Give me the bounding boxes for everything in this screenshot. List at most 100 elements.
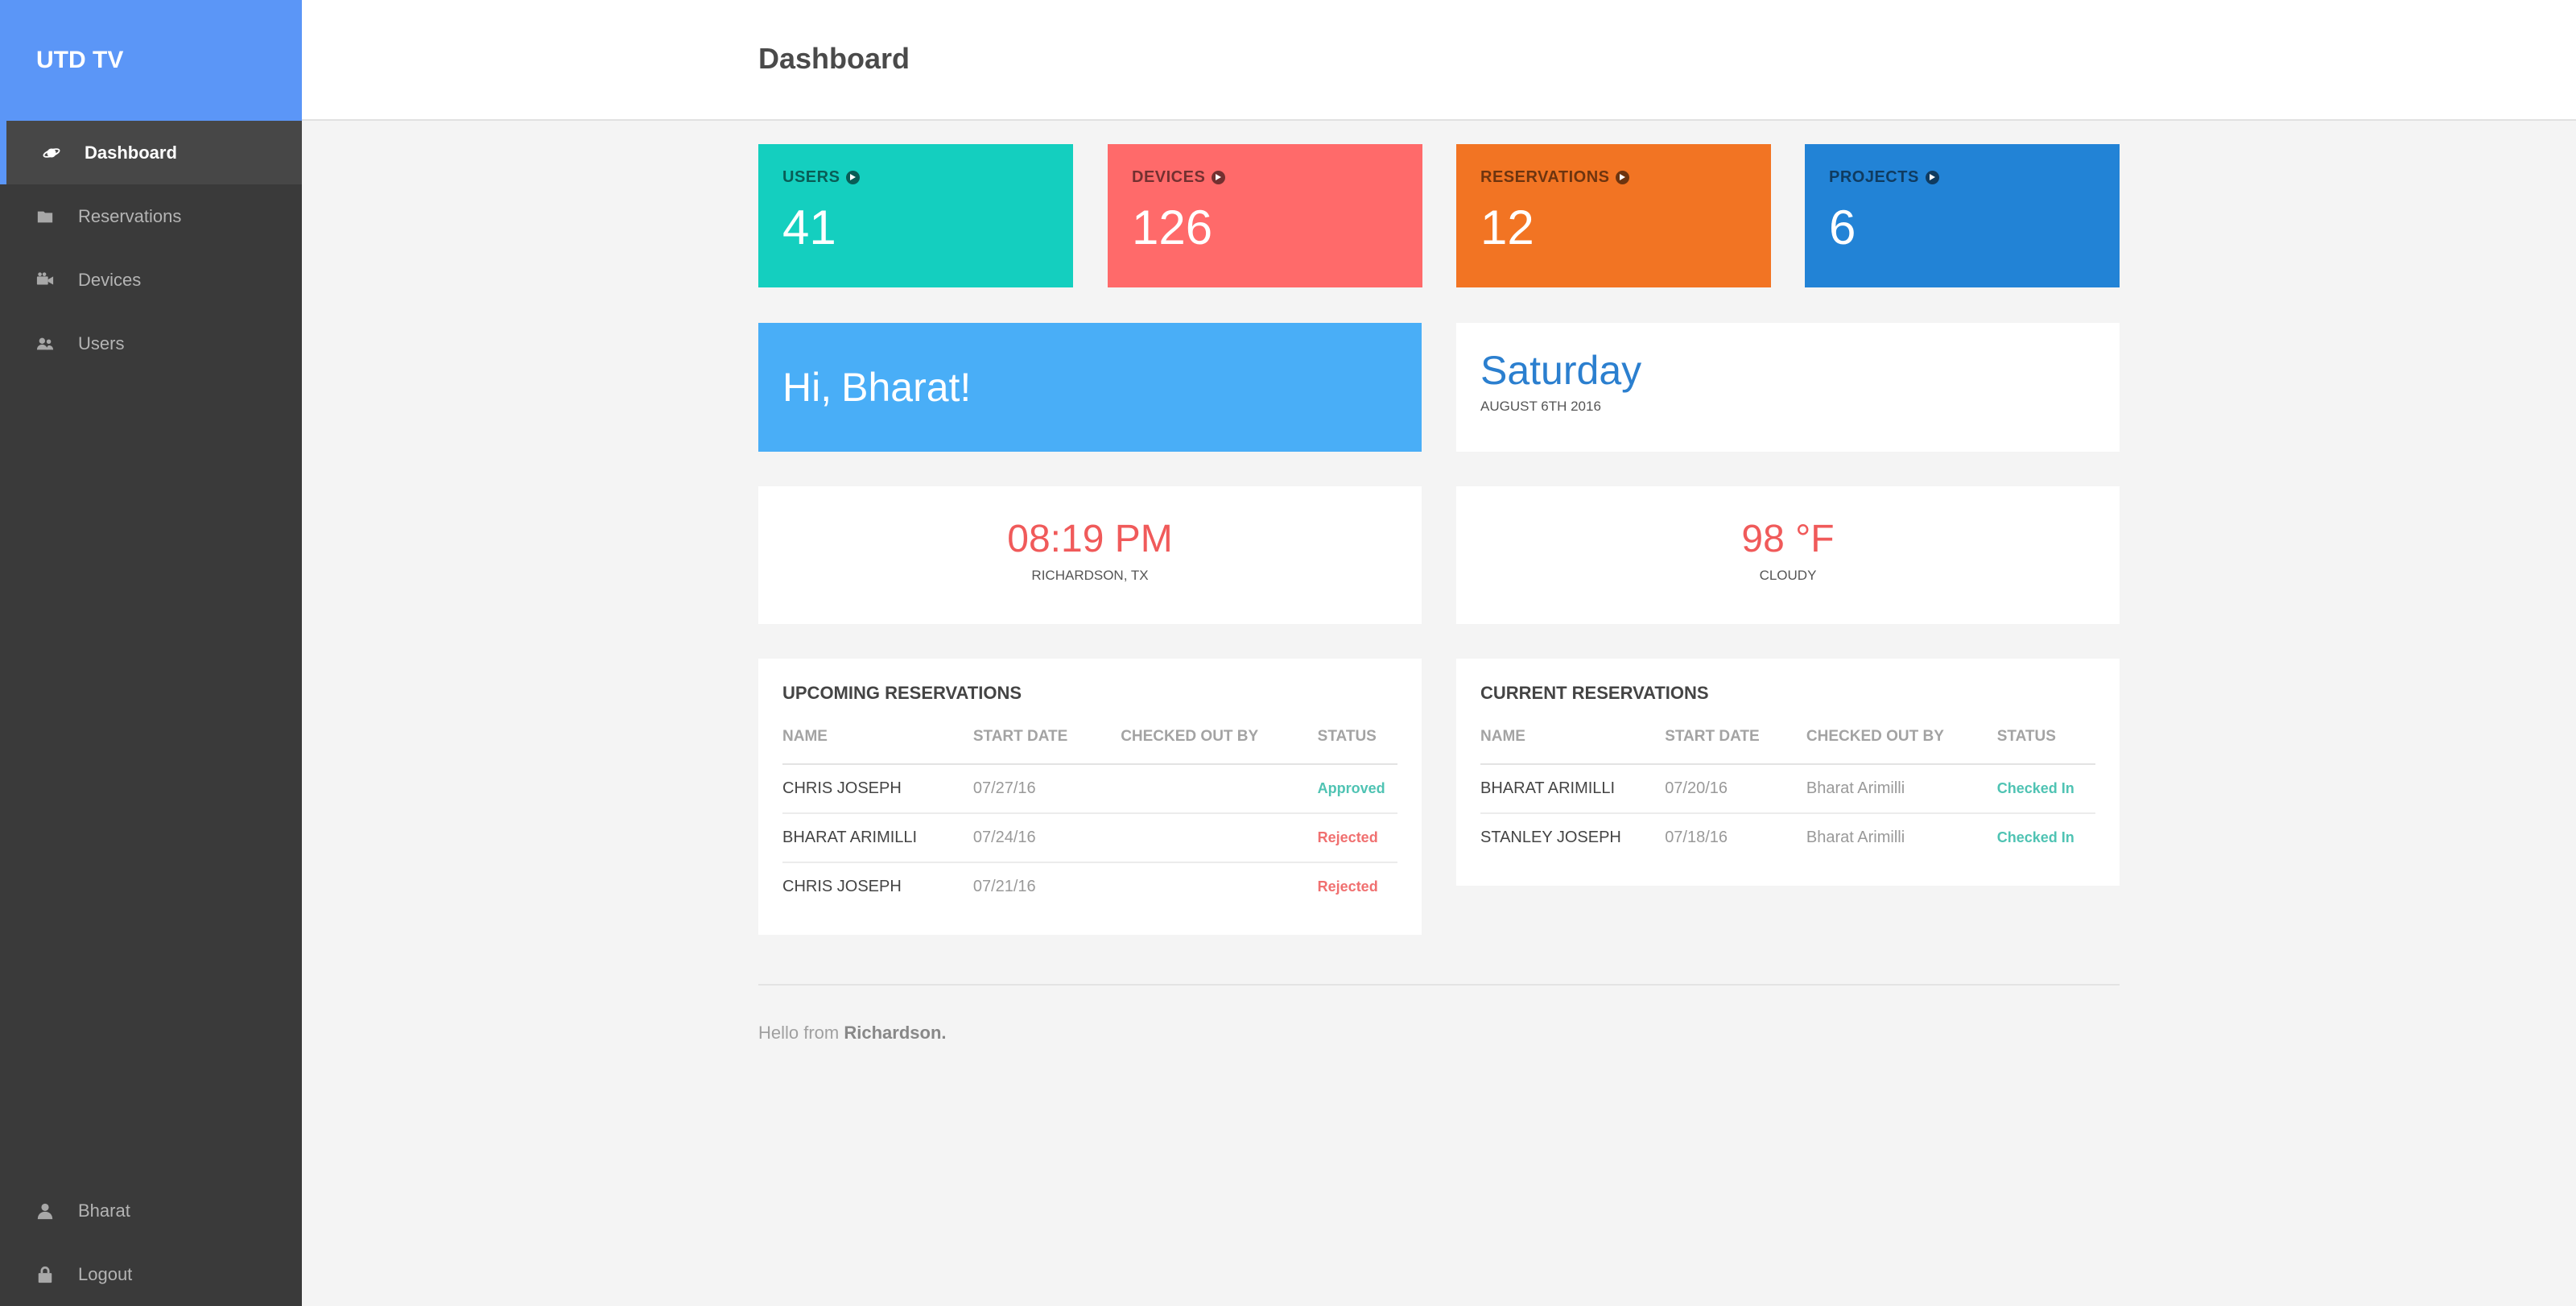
column-header: NAME xyxy=(1480,728,1666,765)
current-time: 08:19 PM xyxy=(1007,518,1173,560)
cell-checked-out-by: Bharat Arimilli xyxy=(1806,764,1997,814)
user-icon xyxy=(36,1202,54,1220)
greeting-name: Bharat! xyxy=(841,365,972,410)
cell-checked-out-by xyxy=(1121,764,1318,814)
sidebar-item-dashboard[interactable]: Dashboard xyxy=(0,121,302,184)
upcoming-reservations-table: NAME START DATE CHECKED OUT BY STATUS CH… xyxy=(782,728,1397,911)
weekday: Saturday xyxy=(1480,348,1642,393)
upcoming-reservations-panel: UPCOMING RESERVATIONS NAME START DATE CH… xyxy=(758,659,1422,935)
cell-checked-out-by xyxy=(1121,862,1317,911)
table-row[interactable]: CHRIS JOSEPH 07/21/16 Rejected xyxy=(782,862,1397,911)
arrow-circle-right-icon xyxy=(1212,171,1226,184)
sidebar-item-label: Devices xyxy=(78,269,142,290)
stat-value: 6 xyxy=(1829,200,1856,254)
folder-icon xyxy=(36,208,54,225)
stat-value: 126 xyxy=(1132,200,1213,254)
stat-value: 41 xyxy=(782,200,836,254)
sidebar-item-reservations[interactable]: Reservations xyxy=(0,184,302,248)
column-header: CHECKED OUT BY xyxy=(1806,728,1997,765)
cell-name: CHRIS JOSEPH xyxy=(782,878,902,895)
date-panel: Saturday AUGUST 6TH 2016 xyxy=(1456,323,2120,452)
weather-condition: CLOUDY xyxy=(1759,568,1817,583)
stat-card-projects[interactable]: PROJECTS 6 xyxy=(1805,144,2120,287)
sidebar-item-devices[interactable]: Devices xyxy=(0,248,302,312)
column-header: START DATE xyxy=(1665,728,1806,765)
stat-card-devices[interactable]: DEVICES 126 xyxy=(1108,144,1422,287)
stat-label: PROJECTS xyxy=(1829,168,2095,187)
cell-name: BHARAT ARIMILLI xyxy=(1480,764,1666,814)
brand-name[interactable]: UTD TV xyxy=(36,47,123,74)
full-date: AUGUST 6TH 2016 xyxy=(1480,399,1601,414)
table-row[interactable]: CHRIS JOSEPH 07/27/16 Approved xyxy=(782,764,1397,814)
stat-label: USERS xyxy=(782,168,1049,187)
video-camera-icon xyxy=(36,271,54,289)
brand-bar[interactable]: UTD TV xyxy=(0,0,302,121)
sidebar-item-label: Dashboard xyxy=(85,142,177,163)
arrow-circle-right-icon xyxy=(846,171,861,184)
table-header-row: NAME START DATE CHECKED OUT BY STATUS xyxy=(1480,728,2095,765)
footer: Hello from Richardson. xyxy=(758,1023,947,1044)
table-header-row: NAME START DATE CHECKED OUT BY STATUS xyxy=(782,728,1397,765)
stat-label: RESERVATIONS xyxy=(1480,168,1747,187)
table-row[interactable]: BHARAT ARIMILLI 07/20/16 Bharat Arimilli… xyxy=(1480,764,2095,814)
cell-name: CHRIS JOSEPH xyxy=(782,764,973,814)
stat-label-text: RESERVATIONS xyxy=(1480,168,1610,186)
cell-checked-out-by: Bharat Arimilli xyxy=(1806,829,1905,846)
sidebar-item-profile[interactable]: Bharat xyxy=(0,1179,302,1242)
top-header: Dashboard xyxy=(302,0,2576,121)
sidebar-item-logout[interactable]: Logout xyxy=(0,1242,302,1306)
cell-start-date: 07/21/16 xyxy=(972,878,1036,895)
table-row[interactable]: BHARAT ARIMILLI 07/24/16 Rejected xyxy=(782,813,1397,863)
sidebar-item-label: Bharat xyxy=(78,1200,130,1221)
cell-name: BHARAT ARIMILLI xyxy=(782,813,973,863)
footer-prefix: Hello from xyxy=(758,1023,840,1043)
stat-card-users[interactable]: USERS 41 xyxy=(758,144,1073,287)
column-header: STATUS xyxy=(1317,728,1397,765)
cell-start-date: 07/27/16 xyxy=(972,764,1121,814)
status-badge: Checked In xyxy=(1996,829,2074,845)
status-badge: Rejected xyxy=(1317,813,1397,863)
lock-icon xyxy=(36,1266,54,1283)
page-title: Dashboard xyxy=(758,42,910,75)
cell-checked-out-by xyxy=(1121,813,1318,863)
status-badge: Checked In xyxy=(1996,764,2095,814)
greeting-panel: Hi, Bharat! xyxy=(758,323,1422,452)
status-badge: Approved xyxy=(1317,764,1397,814)
users-icon xyxy=(36,335,54,353)
cell-start-date: 07/20/16 xyxy=(1665,764,1806,814)
status-badge: Rejected xyxy=(1317,878,1378,895)
stat-value: 12 xyxy=(1480,200,1534,254)
stat-label-text: USERS xyxy=(782,168,840,186)
cell-start-date: 07/24/16 xyxy=(972,813,1121,863)
sidebar-item-users[interactable]: Users xyxy=(0,312,302,375)
stat-label: DEVICES xyxy=(1132,168,1398,187)
clock-panel: 08:19 PM RICHARDSON, TX xyxy=(758,486,1422,624)
sidebar-bottom: Bharat Logout xyxy=(0,1179,302,1306)
current-reservations-panel: CURRENT RESERVATIONS NAME START DATE CHE… xyxy=(1456,659,2120,886)
sidebar-item-label: Logout xyxy=(78,1263,133,1284)
current-reservations-table: NAME START DATE CHECKED OUT BY STATUS BH… xyxy=(1480,728,2095,862)
planet-icon xyxy=(43,144,60,162)
weather-panel: 98 °F CLOUDY xyxy=(1456,486,2120,624)
column-header: NAME xyxy=(782,728,973,765)
column-header: STATUS xyxy=(1996,728,2095,765)
arrow-circle-right-icon xyxy=(1925,171,1939,184)
cell-start-date: 07/18/16 xyxy=(1665,829,1728,846)
stat-label-text: PROJECTS xyxy=(1829,168,1919,186)
footer-place: Richardson. xyxy=(844,1023,947,1043)
stat-card-reservations[interactable]: RESERVATIONS 12 xyxy=(1456,144,1771,287)
cell-name: STANLEY JOSEPH xyxy=(1480,829,1621,846)
sidebar: UTD TV Dashboard Reservations Devices Us… xyxy=(0,0,302,1306)
greeting-prefix: Hi, xyxy=(782,365,832,410)
stat-label-text: DEVICES xyxy=(1132,168,1206,186)
footer-divider xyxy=(758,984,2120,986)
panel-title: UPCOMING RESERVATIONS xyxy=(782,683,1022,703)
sidebar-item-label: Users xyxy=(78,333,125,353)
table-row[interactable]: STANLEY JOSEPH 07/18/16 Bharat Arimilli … xyxy=(1480,813,2095,862)
arrow-circle-right-icon xyxy=(1616,171,1630,184)
sidebar-item-label: Reservations xyxy=(78,205,182,226)
panel-title: CURRENT RESERVATIONS xyxy=(1480,683,1709,703)
column-header: CHECKED OUT BY xyxy=(1121,728,1318,765)
clock-location: RICHARDSON, TX xyxy=(1031,568,1149,583)
column-header: START DATE xyxy=(972,728,1121,765)
